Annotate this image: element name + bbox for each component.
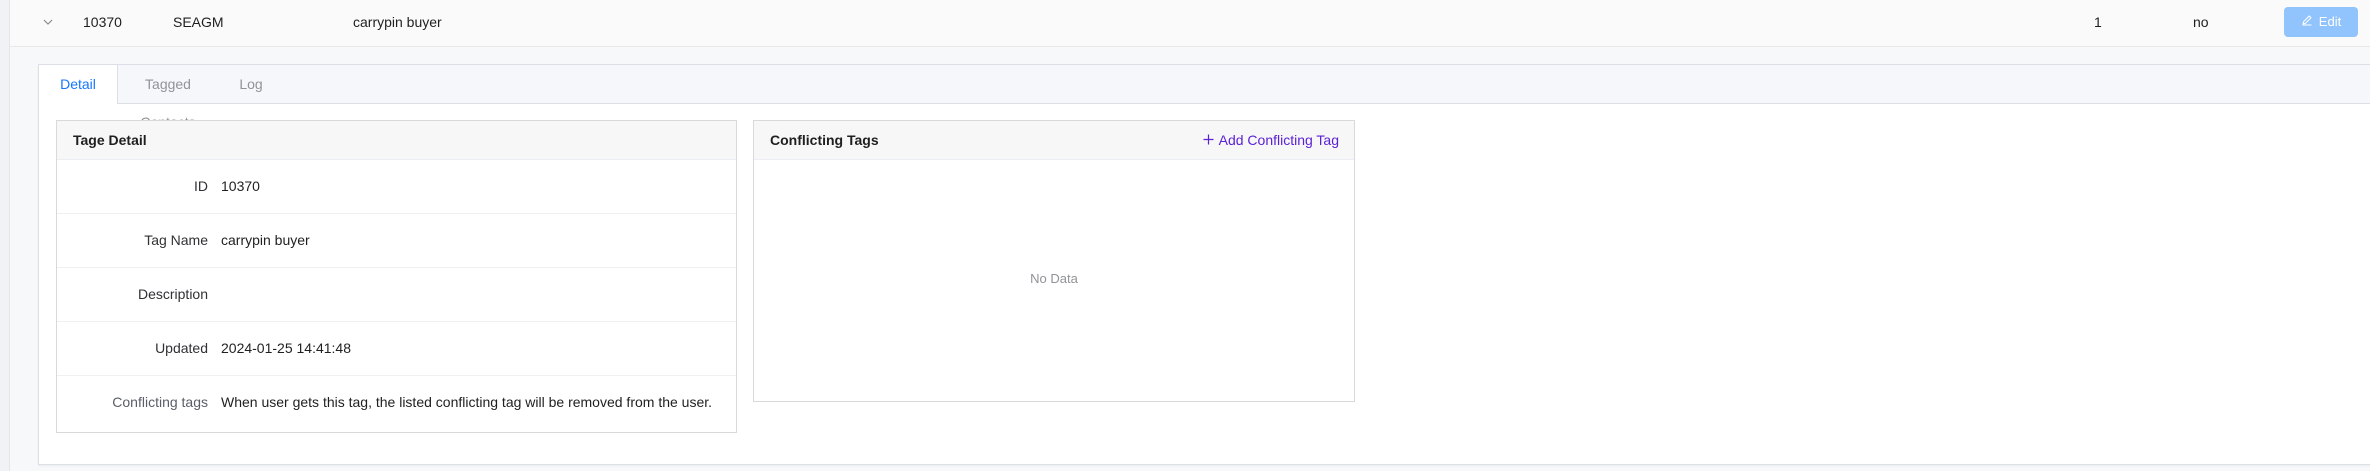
chevron-down-icon[interactable] xyxy=(41,0,55,44)
detail-row-id: ID 10370 xyxy=(57,160,736,214)
add-conflicting-tag-button[interactable]: Add Conflicting Tag xyxy=(1203,121,1339,159)
edit-pen-icon xyxy=(2301,7,2313,37)
row-count-cell: 1 xyxy=(2094,14,2102,30)
edit-button[interactable]: Edit xyxy=(2284,7,2358,37)
tab-detail[interactable]: Detail xyxy=(39,65,118,104)
field-value: When user gets this tag, the listed conf… xyxy=(221,394,713,410)
field-label: Tag Name xyxy=(144,232,208,248)
conflicting-tags-title: Conflicting Tags xyxy=(770,132,879,148)
detail-row-updated: Updated 2024-01-25 14:41:48 xyxy=(57,322,736,376)
tab-bar: Detail Tagged Contacts Log xyxy=(39,65,2370,130)
tab-log[interactable]: Log xyxy=(227,65,275,103)
row-code-cell: SEAGM xyxy=(173,14,224,30)
row-id-cell: 10370 xyxy=(83,14,122,30)
detail-tabs-panel: Detail Tagged Contacts Log Tage Detail I… xyxy=(38,64,2370,465)
empty-state-text: No Data xyxy=(1030,271,1078,286)
row-flag-cell: no xyxy=(2193,14,2209,30)
table-row[interactable]: 10370 SEAGM carrypin buyer 1 no Edit xyxy=(10,0,2370,47)
field-label: Description xyxy=(137,286,208,302)
field-value: 2024-01-25 14:41:48 xyxy=(221,340,351,356)
expanded-row-area: Detail Tagged Contacts Log Tage Detail I… xyxy=(10,47,2370,471)
tag-detail-card: Tage Detail ID 10370 Tag Name carrypin b… xyxy=(56,120,737,433)
conflicting-tags-card: Conflicting Tags Add Conflicting Tag No … xyxy=(753,120,1355,402)
tab-tagged-contacts[interactable]: Tagged Contacts xyxy=(117,65,219,130)
add-conflicting-tag-label: Add Conflicting Tag xyxy=(1218,132,1339,148)
detail-row-tag-name: Tag Name carrypin buyer xyxy=(57,214,736,268)
row-name-cell: carrypin buyer xyxy=(353,14,442,30)
field-label: ID xyxy=(194,178,208,194)
field-value: 10370 xyxy=(221,178,260,194)
left-edge-strip xyxy=(0,0,10,471)
field-value: carrypin buyer xyxy=(221,232,310,248)
detail-row-description: Description xyxy=(57,268,736,322)
conflicting-tags-header: Conflicting Tags Add Conflicting Tag xyxy=(754,121,1354,160)
field-label: Conflicting tags xyxy=(112,394,208,410)
tag-detail-title: Tage Detail xyxy=(57,121,736,160)
plus-icon xyxy=(1203,121,1214,159)
detail-row-conflicting-tags: Conflicting tags When user gets this tag… xyxy=(57,376,736,429)
edit-button-label: Edit xyxy=(2318,14,2342,29)
field-label: Updated xyxy=(155,340,208,356)
